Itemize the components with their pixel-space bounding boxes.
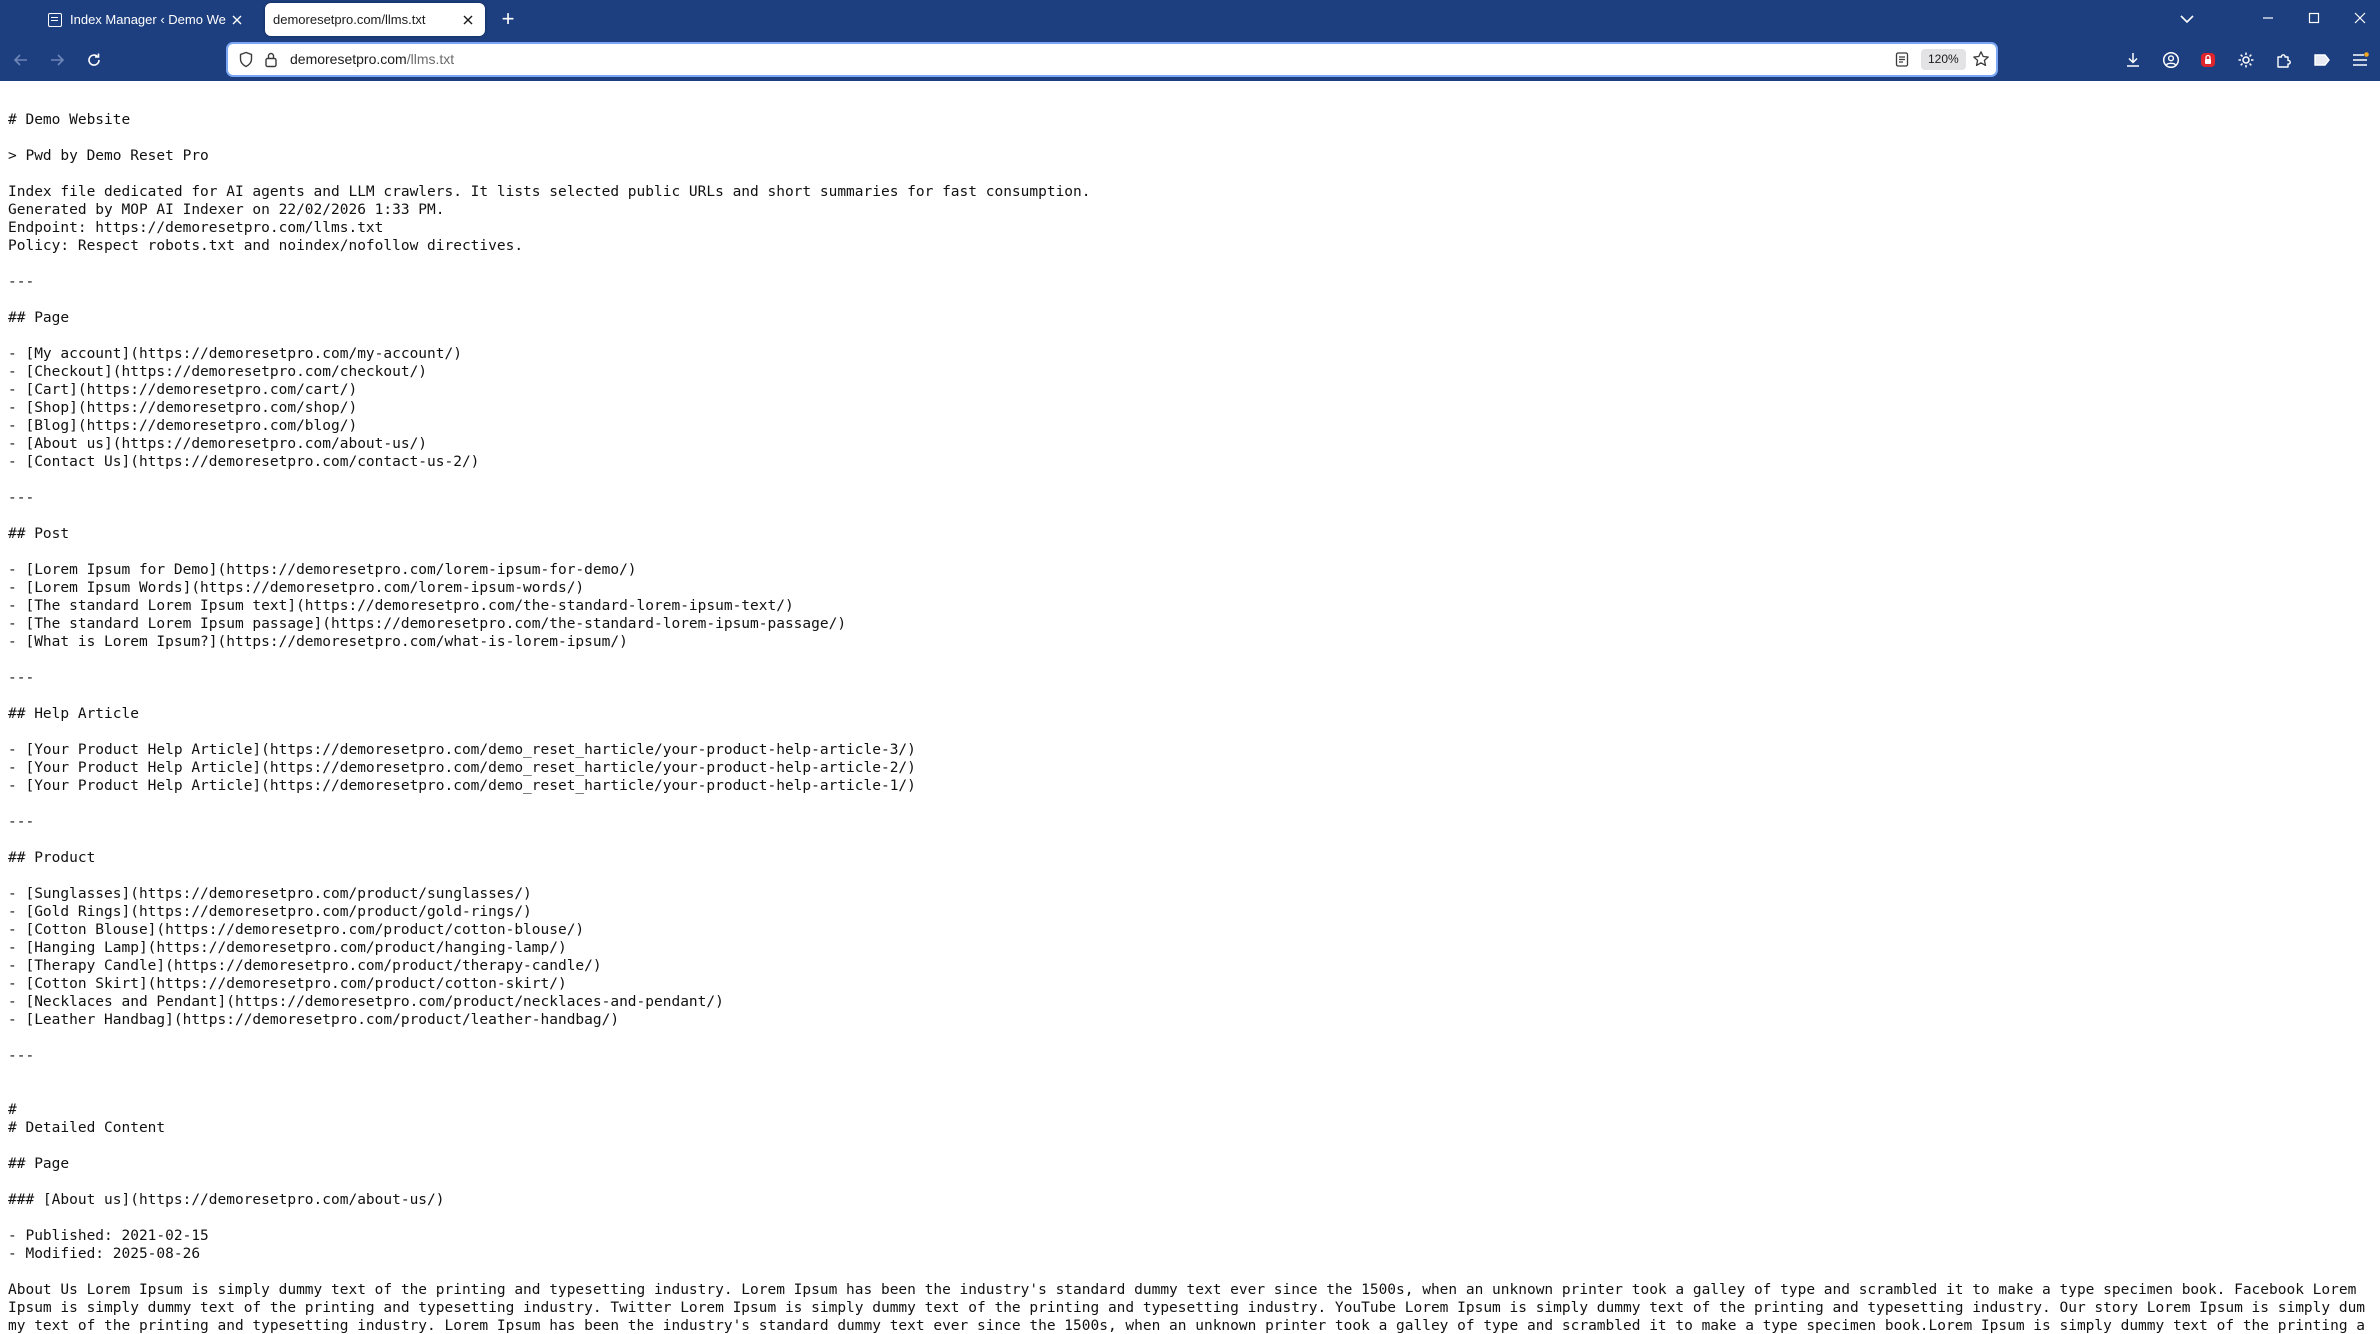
entry-heading: ### [About us](https://demoresetpro.com/… — [8, 1192, 445, 1208]
list-item: - [Blog](https://demoresetpro.com/blog/) — [8, 418, 358, 434]
entry-body: About Us Lorem Ipsum is simply dummy tex… — [8, 1282, 2366, 1334]
application-menu-icon[interactable] — [2348, 48, 2372, 72]
arrow-right-icon — [51, 54, 65, 66]
url-host: demoresetpro.com — [290, 51, 407, 67]
forward-button[interactable] — [43, 46, 71, 74]
section-heading: ## Page — [8, 310, 70, 326]
list-item: - [Cart](https://demoresetpro.com/cart/) — [8, 382, 358, 398]
list-item: - [Lorem Ipsum for Demo](https://demores… — [8, 562, 637, 578]
hash-line: # — [8, 1102, 17, 1118]
published-date: - Published: 2021-02-15 — [8, 1228, 209, 1244]
separator: --- — [8, 274, 35, 290]
list-item: - [Leather Handbag](https://demoresetpro… — [8, 1012, 620, 1028]
list-item: - [Your Product Help Article](https://de… — [8, 778, 916, 794]
maximize-button[interactable] — [2291, 0, 2337, 36]
list-item: - [Cotton Skirt](https://demoresetpro.co… — [8, 976, 567, 992]
list-item: - [Hanging Lamp](https://demoresetpro.co… — [8, 940, 567, 956]
separator: --- — [8, 490, 35, 506]
new-tab-button[interactable]: + — [496, 8, 520, 32]
minimize-button[interactable] — [2245, 0, 2291, 36]
address-bar[interactable]: demoresetpro.com/llms.txt 120% — [228, 44, 1996, 75]
tab-index-manager[interactable]: Index Manager ‹ Demo Website — WordPress — [38, 3, 254, 36]
tab-llms-txt[interactable]: demoresetpro.com/llms.txt — [265, 3, 485, 36]
list-item: - [Gold Rings](https://demoresetpro.com/… — [8, 904, 532, 920]
list-item: - [What is Lorem Ipsum?](https://demores… — [8, 634, 628, 650]
list-item: - [Sunglasses](https://demoresetpro.com/… — [8, 886, 532, 902]
lock-icon[interactable] — [264, 51, 278, 73]
url-text[interactable]: demoresetpro.com/llms.txt — [290, 44, 454, 75]
section-heading: ## Post — [8, 526, 70, 542]
navigation-toolbar: demoresetpro.com/llms.txt 120% — [0, 39, 2380, 81]
list-all-tabs-button[interactable] — [2174, 6, 2200, 32]
list-item: - [Necklaces and Pendant](https://demore… — [8, 994, 724, 1010]
zoom-level-button[interactable]: 120% — [1921, 49, 1966, 70]
list-item: - [Cotton Blouse](https://demoresetpro.c… — [8, 922, 585, 938]
page-icon — [48, 12, 62, 27]
chevron-down-icon — [2180, 14, 2194, 23]
close-tab-icon[interactable] — [226, 9, 248, 31]
separator: --- — [8, 1048, 35, 1064]
list-item: - [My account](https://demoresetpro.com/… — [8, 346, 462, 362]
document-tagline: > Pwd by Demo Reset Pro — [8, 148, 209, 164]
list-item: - [Your Product Help Article](https://de… — [8, 742, 916, 758]
tab-title: demoresetpro.com/llms.txt — [273, 12, 426, 27]
page-content: # Demo Website > Pwd by Demo Reset Pro Ind… — [0, 81, 2380, 1334]
list-item: - [Shop](https://demoresetpro.com/shop/) — [8, 400, 358, 416]
close-window-button[interactable] — [2337, 0, 2380, 36]
close-tab-icon[interactable] — [457, 9, 479, 31]
reload-button[interactable] — [80, 46, 108, 74]
extension-tag-icon[interactable] — [2310, 48, 2334, 72]
account-icon[interactable] — [2159, 48, 2183, 72]
list-item: - [Contact Us](https://demoresetpro.com/… — [8, 454, 480, 470]
section-heading: ## Page — [8, 1156, 70, 1172]
reload-icon — [88, 53, 100, 66]
tab-title: Index Manager ‹ Demo Website — WordPress — [70, 12, 226, 27]
intro-line: Endpoint: https://demoresetpro.com/llms.… — [8, 220, 384, 236]
arrow-left-icon — [13, 54, 27, 66]
bookmark-star-icon[interactable] — [1972, 50, 1990, 73]
intro-line: Generated by MOP AI Indexer on 22/02/202… — [8, 202, 445, 218]
reader-view-icon[interactable] — [1894, 51, 1910, 73]
url-path: /llms.txt — [406, 51, 455, 67]
intro-line: Policy: Respect robots.txt and noindex/n… — [8, 238, 524, 254]
back-button[interactable] — [7, 46, 35, 74]
list-item: - [The standard Lorem Ipsum passage](htt… — [8, 616, 847, 632]
list-item: - [Therapy Candle](https://demoresetpro.… — [8, 958, 602, 974]
extensions-puzzle-icon[interactable] — [2272, 48, 2296, 72]
detailed-heading: # Detailed Content — [8, 1120, 166, 1136]
list-item: - [About us](https://demoresetpro.com/ab… — [8, 436, 428, 452]
separator: --- — [8, 814, 35, 830]
minimize-icon — [2263, 17, 2273, 19]
list-item: - [The standard Lorem Ipsum text](https:… — [8, 598, 794, 614]
document-title: # Demo Website — [8, 112, 131, 128]
extension-gear-icon[interactable] — [2234, 48, 2258, 72]
separator: --- — [8, 670, 35, 686]
section-heading: ## Help Article — [8, 706, 139, 722]
extension-shield-icon[interactable] — [2196, 48, 2220, 72]
intro-line: Index file dedicated for AI agents and L… — [8, 184, 1091, 200]
shield-icon[interactable] — [238, 51, 254, 73]
list-item: - [Checkout](https://demoresetpro.com/ch… — [8, 364, 428, 380]
section-heading: ## Product — [8, 850, 96, 866]
maximize-icon — [2308, 12, 2320, 24]
close-icon — [2354, 12, 2366, 24]
modified-date: - Modified: 2025-08-26 — [8, 1246, 201, 1262]
downloads-icon[interactable] — [2121, 48, 2145, 72]
tab-strip: Index Manager ‹ Demo Website — WordPress… — [0, 0, 2380, 39]
llms-txt-document: # Demo Website > Pwd by Demo Reset Pro Ind… — [0, 81, 2380, 1334]
list-item: - [Lorem Ipsum Words](https://demoresetp… — [8, 580, 585, 596]
list-item: - [Your Product Help Article](https://de… — [8, 760, 916, 776]
